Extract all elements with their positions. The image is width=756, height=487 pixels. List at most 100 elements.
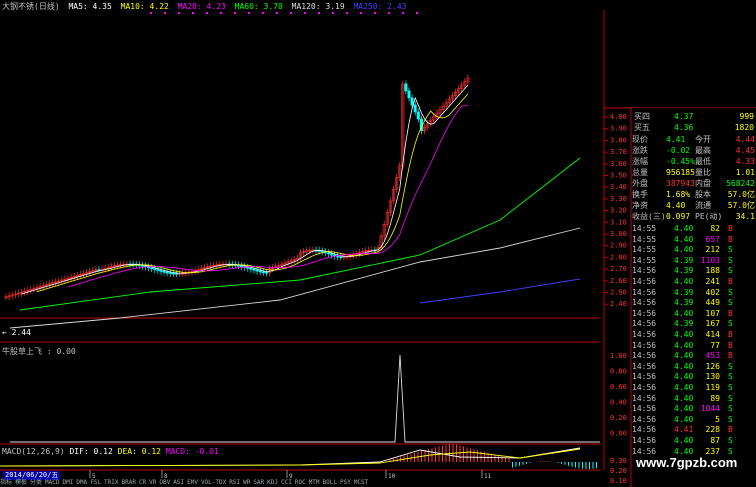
indicator-tab[interactable]: BRAR (121, 479, 135, 486)
candle-body (258, 270, 262, 273)
candle-body (255, 269, 259, 272)
quote-value: 387943 (666, 179, 695, 188)
indicator-tab[interactable]: DMA (76, 479, 87, 486)
tick-row: 14:56 4.40 87 S (632, 436, 756, 447)
candle-body (150, 267, 154, 270)
tick-row: 14:56 4.40 119 S (632, 383, 756, 394)
indicator-tab[interactable]: 指标 (0, 479, 12, 486)
quote-label: 今开 (695, 135, 711, 144)
ma10-label: MA10: 4.22 (120, 2, 169, 11)
candle-body (326, 252, 330, 255)
indicator-axis-label: 0.80 (610, 368, 627, 376)
indicator-axis-label: 0.00 (610, 430, 627, 438)
tick-time: 14:55 (632, 245, 657, 255)
tick-price: 4.40 (674, 351, 694, 361)
tick-row: 14:56 4.40 126 S (632, 362, 756, 373)
indicator-axis-label: 0.40 (610, 399, 627, 407)
tick-side: S (728, 255, 733, 265)
candle-body (171, 272, 175, 275)
ma60-label: MA60: 3.70 (234, 2, 283, 11)
candle-body (156, 269, 160, 271)
quote-row: 涨跌 -0.02 最高 4.45 (632, 145, 756, 156)
indicator-tab[interactable]: 模板 (15, 479, 27, 486)
indicator-tab[interactable]: ROC (295, 479, 306, 486)
indicator-tab[interactable]: EMV (187, 479, 198, 486)
indicator-tab[interactable]: ASI (173, 479, 184, 486)
candle-body (175, 273, 179, 275)
indicator-tab[interactable]: OBV (159, 479, 170, 486)
candle-body (416, 111, 420, 120)
indicator-tab[interactable]: PSY (340, 479, 351, 486)
stock-title: 大钢不锈(日线) (2, 2, 60, 11)
signal-marker (220, 12, 222, 14)
indicator-tab[interactable]: 分类 (30, 479, 42, 486)
quote-label: 净资 (632, 201, 648, 210)
indicator-tab[interactable]: TRIX (104, 479, 118, 486)
tick-time: 14:56 (632, 404, 657, 414)
macd-dea: DEA: 0.12 (117, 447, 161, 456)
indicator-tab[interactable]: CR (139, 479, 146, 486)
tick-time: 14:56 (632, 436, 657, 445)
indicator-tab[interactable]: WR (243, 479, 250, 486)
tick-volume: 167 (705, 319, 720, 329)
quote-value: -0.45% (666, 157, 695, 166)
quote-label: 总量 (632, 168, 648, 177)
tick-side: S (728, 298, 733, 308)
signal-marker (290, 12, 292, 14)
indicator-tab[interactable]: BOLL (323, 479, 337, 486)
indicator-tab[interactable]: MTM (309, 479, 320, 486)
candle-body (404, 83, 408, 92)
indicator-tab[interactable]: CCI (281, 479, 292, 486)
indicator-tab[interactable]: RSI (229, 479, 240, 486)
quote-label: 股本 (695, 190, 711, 199)
quote-value: 4.44 (735, 135, 755, 144)
signal-marker (374, 12, 376, 14)
tick-row: 14:56 4.40 241 B (632, 277, 756, 288)
tick-time: 14:56 (632, 372, 657, 382)
price-axis-label: 2.80 (610, 253, 627, 261)
quote-value: 1.68% (666, 190, 691, 199)
tick-row: 14:56 4.39 449 S (632, 298, 756, 309)
tick-price: 4.39 (674, 287, 694, 297)
signal-marker (248, 12, 250, 14)
tick-side: S (728, 372, 733, 382)
tick-row: 14:56 4.41 228 B (632, 425, 756, 436)
quote-value: 57.0亿 (727, 190, 755, 199)
indicator-tab[interactable]: VOL-TDX (201, 479, 226, 486)
quote-panel: 买四 4.37 999 买五 4.36 1820 现价 4.41 今开 4.44 涨跌 -0.02 最高… (632, 108, 756, 487)
book-price: 4.36 (674, 123, 694, 132)
tick-time: 14:56 (632, 298, 657, 308)
tick-price: 4.40 (674, 393, 694, 403)
tick-volume: 212 (705, 245, 720, 255)
signal-marker (402, 12, 404, 14)
tick-price: 4.40 (674, 224, 694, 233)
price-axis-label: 2.50 (610, 289, 627, 297)
tick-time: 14:56 (632, 383, 657, 392)
tick-side: B (728, 330, 733, 339)
indicator-tab[interactable]: SAR (253, 479, 264, 486)
indicator-tab[interactable]: MCST (354, 479, 368, 486)
indicator-axis-label: 0.60 (610, 383, 627, 391)
quote-label: 收益(三) (632, 212, 666, 221)
tick-row: 14:56 4.40 77 B (632, 341, 756, 352)
ma20-label: MA20: 4.23 (177, 2, 226, 11)
signal-marker (360, 12, 362, 14)
indicator-tab[interactable]: KDJ (267, 479, 278, 486)
quote-value: 34.1 (735, 212, 755, 221)
indicator-tab[interactable]: FSL (90, 479, 101, 486)
candle-body (413, 104, 417, 113)
quote-label: 最高 (695, 146, 711, 155)
indicator-tab[interactable]: MACD (45, 479, 59, 486)
indicator-tab[interactable]: DMI (63, 479, 74, 486)
quote-value: -0.02 (666, 146, 691, 155)
indicator-tab[interactable]: VR (149, 479, 156, 486)
tick-side: S (728, 266, 733, 276)
quote-label: 外盘 (632, 179, 648, 188)
quote-row: 总量 956185 量比 1.01 (632, 167, 756, 178)
tick-volume: 87 (710, 436, 720, 445)
tick-price: 4.39 (674, 255, 694, 265)
price-axis-label: 3.40 (610, 183, 627, 191)
signal-marker (150, 12, 152, 14)
quote-value: 4.45 (735, 146, 755, 155)
signal-marker (262, 12, 264, 14)
